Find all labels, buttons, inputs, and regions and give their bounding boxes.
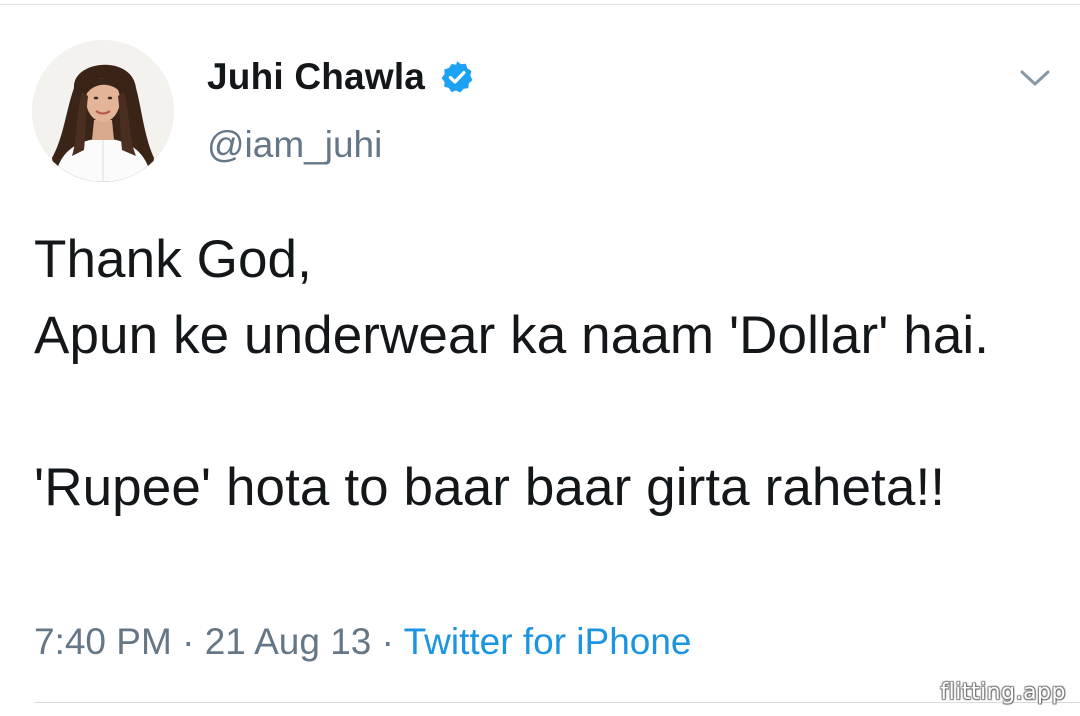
tweet-time[interactable]: 7:40 PM: [34, 621, 172, 662]
tweet-card: Juhi Chawla @iam_juhi Thank God, Apun ke…: [0, 0, 1080, 716]
profile-photo-icon: [32, 40, 174, 182]
display-name-row: Juhi Chawla: [207, 52, 475, 102]
tweet-source-link[interactable]: Twitter for iPhone: [404, 621, 692, 662]
avatar[interactable]: [32, 40, 174, 182]
meta-separator: ·: [182, 621, 195, 662]
chevron-down-icon[interactable]: [1018, 66, 1052, 90]
bottom-divider: [34, 702, 1080, 703]
top-divider: [0, 4, 1080, 5]
verified-badge-icon: [439, 59, 475, 95]
display-name[interactable]: Juhi Chawla: [207, 52, 425, 102]
watermark: flitting.app: [940, 680, 1066, 705]
tweet-text: Thank God, Apun ke underwear ka naam 'Do…: [34, 230, 990, 517]
tweet-date[interactable]: 21 Aug 13: [205, 621, 372, 662]
tweet-meta: 7:40 PM · 21 Aug 13 · Twitter for iPhone: [34, 617, 692, 667]
user-handle[interactable]: @iam_juhi: [207, 120, 382, 170]
meta-separator: ·: [381, 621, 394, 662]
